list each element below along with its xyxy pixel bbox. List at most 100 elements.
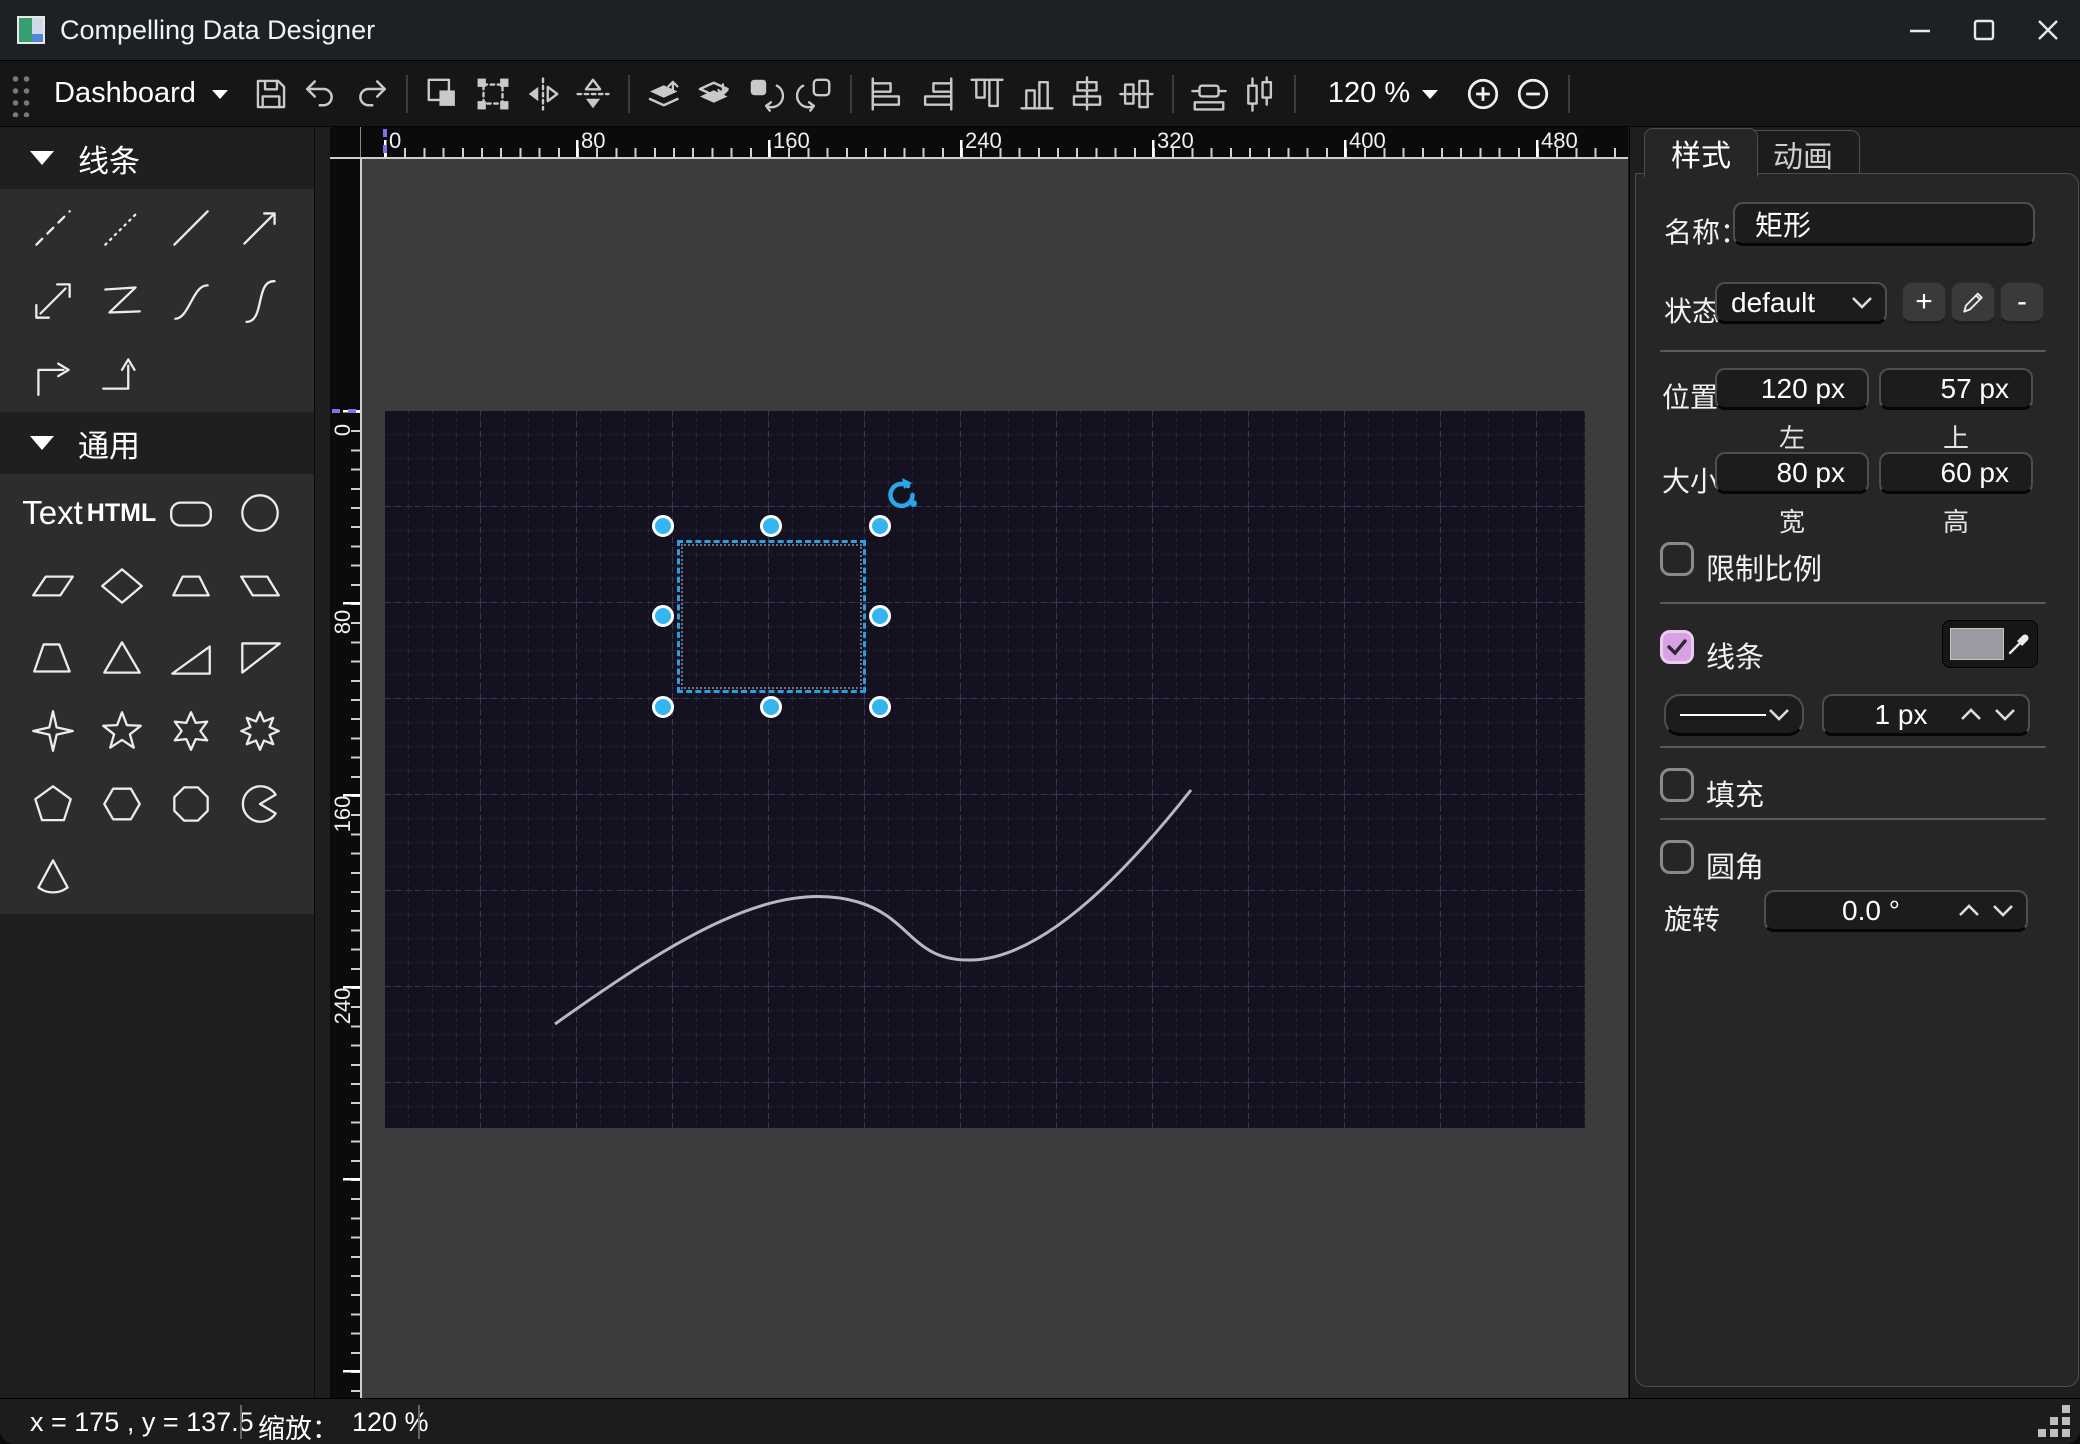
add-state-button[interactable]: + bbox=[1902, 282, 1946, 324]
eyedropper-icon[interactable] bbox=[2007, 630, 2033, 656]
line-style-dropdown[interactable] bbox=[1664, 694, 1804, 736]
shape-item-right-triangle[interactable] bbox=[156, 623, 225, 693]
shape-item-elbow-arrow-up[interactable] bbox=[87, 339, 156, 409]
ungroup-button[interactable] bbox=[468, 69, 518, 119]
shape-item-zigzag-line[interactable] bbox=[87, 266, 156, 336]
shape-item-trapezoid-tall[interactable] bbox=[18, 623, 87, 693]
shape-item-dotted-line[interactable] bbox=[87, 193, 156, 263]
resize-handle-bottom-center[interactable] bbox=[760, 696, 782, 718]
toolbar-separator bbox=[1568, 75, 1570, 113]
tab-style[interactable]: 样式 bbox=[1644, 128, 1758, 177]
rotate-left-button[interactable] bbox=[740, 69, 790, 119]
shape-item-parallelogram[interactable] bbox=[18, 551, 87, 621]
width-input[interactable]: 80 px bbox=[1715, 452, 1869, 494]
state-dropdown[interactable]: default bbox=[1715, 282, 1887, 324]
shape-item-line[interactable] bbox=[156, 193, 225, 263]
shape-item-elbow-arrow-right[interactable] bbox=[18, 339, 87, 409]
shape-item-diamond[interactable] bbox=[87, 551, 156, 621]
shape-item-text[interactable]: Text bbox=[18, 478, 87, 548]
remove-state-button[interactable]: - bbox=[2000, 282, 2044, 324]
rounded-corner-checkbox[interactable] bbox=[1660, 840, 1694, 874]
shape-item-pentagon[interactable] bbox=[18, 769, 87, 839]
group-button[interactable] bbox=[418, 69, 468, 119]
curve-shape[interactable] bbox=[385, 411, 1585, 1128]
shape-item-hexagon[interactable] bbox=[87, 769, 156, 839]
design-canvas[interactable] bbox=[385, 411, 1585, 1128]
spinner-down-icon[interactable] bbox=[1992, 904, 2014, 917]
shape-item-pie-pacman[interactable] bbox=[225, 769, 294, 839]
shape-item-right-triangle-flipped[interactable] bbox=[225, 623, 294, 693]
zoom-dropdown-chevron-icon[interactable] bbox=[1420, 87, 1440, 101]
shape-item-star-5[interactable] bbox=[87, 696, 156, 766]
spinner-down-icon[interactable] bbox=[1994, 708, 2016, 721]
align-center-horizontal-button[interactable] bbox=[1062, 69, 1112, 119]
maximize-button[interactable] bbox=[1952, 4, 2016, 56]
bring-forward-button[interactable] bbox=[640, 69, 690, 119]
resize-handle-top-center[interactable] bbox=[760, 515, 782, 537]
section-header-lines[interactable]: 线条 bbox=[0, 127, 314, 189]
shape-item-star-4[interactable] bbox=[18, 696, 87, 766]
shape-item-dashed-line[interactable] bbox=[18, 193, 87, 263]
align-center-vertical-button[interactable] bbox=[1112, 69, 1162, 119]
fill-checkbox[interactable] bbox=[1660, 768, 1694, 802]
save-button[interactable] bbox=[246, 69, 296, 119]
edit-state-button[interactable] bbox=[1951, 282, 1995, 324]
shape-item-octagon[interactable] bbox=[156, 769, 225, 839]
shape-item-star-6[interactable] bbox=[156, 696, 225, 766]
redo-button[interactable] bbox=[346, 69, 396, 119]
align-left-button[interactable] bbox=[862, 69, 912, 119]
shape-item-trapezoid[interactable] bbox=[156, 551, 225, 621]
shape-item-curve-line[interactable] bbox=[156, 266, 225, 336]
resize-handle-bottom-right[interactable] bbox=[869, 696, 891, 718]
canvas-viewport[interactable] bbox=[362, 159, 1628, 1398]
resize-handle-top-right[interactable] bbox=[869, 515, 891, 537]
line-color-swatch[interactable] bbox=[1950, 628, 2004, 660]
shape-item-ellipse[interactable] bbox=[225, 478, 294, 548]
shape-item-html[interactable]: HTML bbox=[87, 478, 156, 548]
tab-animation[interactable]: 动画 bbox=[1746, 130, 1860, 177]
shape-item-star-8[interactable] bbox=[225, 696, 294, 766]
dashboard-dropdown[interactable]: Dashboard bbox=[38, 77, 246, 110]
distribute-horizontal-button[interactable] bbox=[1184, 69, 1234, 119]
height-input[interactable]: 60 px bbox=[1879, 452, 2033, 494]
zoom-out-button[interactable] bbox=[1508, 69, 1558, 119]
shape-item-s-curve-line[interactable] bbox=[225, 266, 294, 336]
send-backward-button[interactable] bbox=[690, 69, 740, 119]
shape-item-sector[interactable] bbox=[18, 841, 87, 911]
align-top-button[interactable] bbox=[962, 69, 1012, 119]
shape-item-rounded-rectangle[interactable] bbox=[156, 478, 225, 548]
line-width-spinner[interactable]: 1 px bbox=[1822, 694, 2030, 736]
name-input[interactable]: 矩形 bbox=[1733, 202, 2035, 246]
align-right-button[interactable] bbox=[912, 69, 962, 119]
undo-button[interactable] bbox=[296, 69, 346, 119]
flip-vertical-button[interactable] bbox=[568, 69, 618, 119]
line-color-widget[interactable] bbox=[1942, 620, 2038, 668]
shape-item-double-arrow-line[interactable] bbox=[18, 266, 87, 336]
align-bottom-button[interactable] bbox=[1012, 69, 1062, 119]
shape-item-arrow-line[interactable] bbox=[225, 193, 294, 263]
rotation-spinner[interactable]: 0.0 ° bbox=[1764, 890, 2028, 932]
selected-rectangle-shape[interactable] bbox=[677, 540, 866, 693]
section-header-general[interactable]: 通用 bbox=[0, 412, 314, 474]
rotate-handle-icon[interactable] bbox=[882, 477, 918, 513]
zoom-in-button[interactable] bbox=[1458, 69, 1508, 119]
constrain-proportions-checkbox[interactable] bbox=[1660, 542, 1694, 576]
spinner-up-icon[interactable] bbox=[1958, 904, 1980, 917]
close-button[interactable] bbox=[2016, 4, 2080, 56]
zoom-level-value[interactable]: 120 % bbox=[1328, 77, 1410, 110]
position-y-input[interactable]: 57 px bbox=[1879, 368, 2033, 410]
resize-handle-top-left[interactable] bbox=[652, 515, 674, 537]
resize-handle-middle-right[interactable] bbox=[869, 605, 891, 627]
shape-item-slanted-quad[interactable] bbox=[225, 551, 294, 621]
flip-horizontal-button[interactable] bbox=[518, 69, 568, 119]
minimize-button[interactable] bbox=[1888, 4, 1952, 56]
spinner-up-icon[interactable] bbox=[1960, 708, 1982, 721]
position-x-input[interactable]: 120 px bbox=[1715, 368, 1869, 410]
resize-handle-bottom-left[interactable] bbox=[652, 696, 674, 718]
rotate-right-button[interactable] bbox=[790, 69, 840, 119]
distribute-vertical-button[interactable] bbox=[1234, 69, 1284, 119]
shape-item-triangle[interactable] bbox=[87, 623, 156, 693]
toolbar-drag-handle-icon[interactable] bbox=[8, 71, 30, 117]
resize-handle-middle-left[interactable] bbox=[652, 605, 674, 627]
line-checkbox[interactable] bbox=[1660, 630, 1694, 664]
